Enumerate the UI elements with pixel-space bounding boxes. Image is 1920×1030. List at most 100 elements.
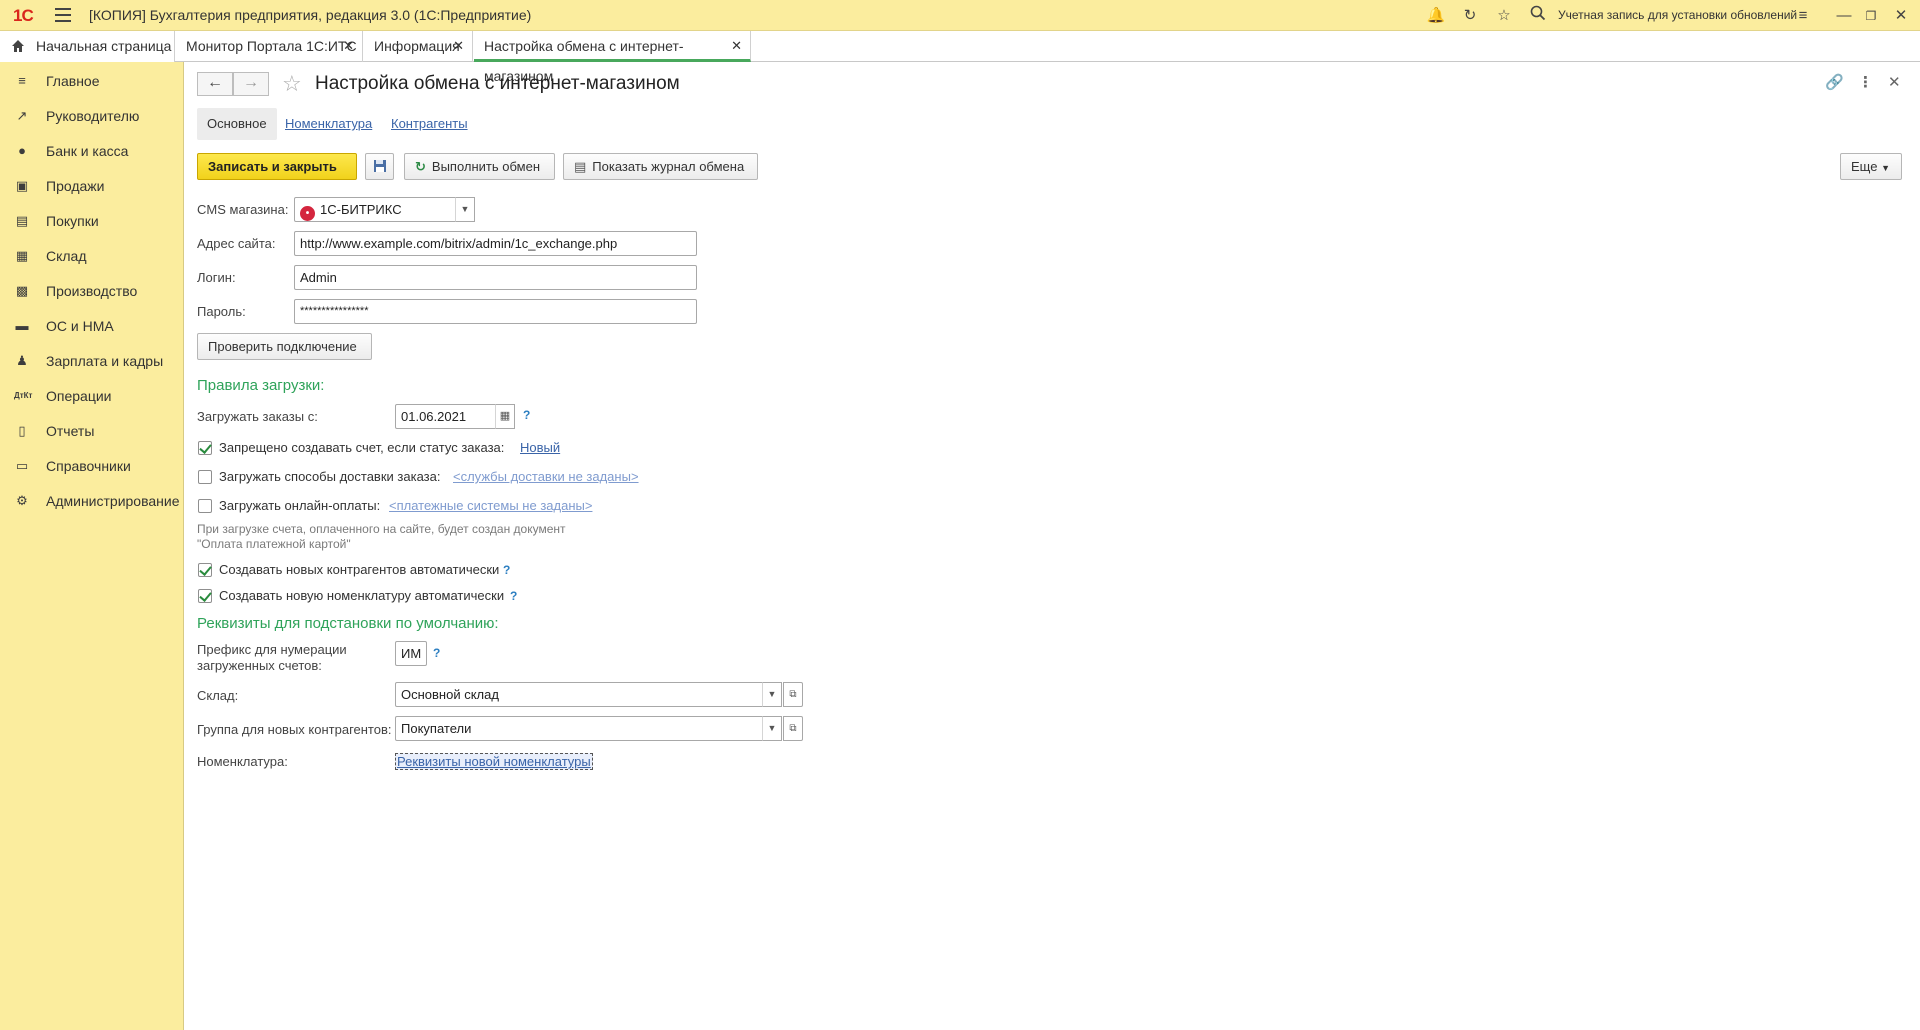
chevron-down-icon: ▼ bbox=[1881, 163, 1890, 173]
log-icon: ▤ bbox=[574, 159, 587, 174]
sidebar-item-label: Производство bbox=[46, 283, 138, 299]
menu-icon[interactable]: ≡ bbox=[1792, 5, 1814, 27]
orders-from-label: Загружать заказы с: bbox=[197, 409, 318, 424]
order-status-link[interactable]: Новый bbox=[520, 440, 560, 455]
close-tab-icon[interactable]: ✕ bbox=[731, 31, 742, 61]
link-icon[interactable]: 🔗 bbox=[1825, 73, 1844, 91]
orders-from-date-input[interactable]: 01.06.2021 bbox=[395, 404, 497, 429]
back-button[interactable]: ← bbox=[197, 72, 233, 96]
auto-contractors-label: Создавать новых контрагентов автоматичес… bbox=[219, 562, 500, 577]
star-icon[interactable]: ☆ bbox=[1493, 5, 1515, 27]
form-tab-main[interactable]: Основное bbox=[197, 108, 277, 140]
load-delivery-checkbox[interactable] bbox=[198, 470, 212, 484]
forward-button[interactable]: → bbox=[233, 72, 269, 96]
sidebar-item-directories[interactable]: ▭ Справочники bbox=[0, 449, 184, 483]
delivery-services-link[interactable]: <службы доставки не заданы> bbox=[453, 469, 639, 484]
history-icon[interactable]: ↻ bbox=[1459, 5, 1481, 27]
group-dropdown-button[interactable]: ▼ bbox=[762, 716, 782, 741]
tab-home-label: Начальная страница bbox=[36, 38, 172, 54]
main-menu-icon[interactable] bbox=[55, 8, 71, 22]
cms-dropdown-button[interactable]: ▼ bbox=[455, 197, 475, 222]
warehouse-input[interactable]: Основной склад bbox=[395, 682, 764, 707]
tab-label: Информация bbox=[374, 38, 460, 54]
dt-kt-icon: ДтКт bbox=[14, 391, 33, 400]
window-title: [КОПИЯ] Бухгалтерия предприятия, редакци… bbox=[89, 7, 532, 23]
auto-contractors-checkbox[interactable] bbox=[198, 563, 212, 577]
payment-systems-link[interactable]: <платежные системы не заданы> bbox=[389, 498, 592, 513]
sidebar-item-label: Операции bbox=[46, 388, 112, 404]
auto-nomenclature-checkbox[interactable] bbox=[198, 589, 212, 603]
sidebar-item-main[interactable]: ≡ Главное bbox=[0, 64, 184, 98]
contractor-group-input[interactable]: Покупатели bbox=[395, 716, 764, 741]
close-tab-icon[interactable]: ✕ bbox=[453, 31, 464, 61]
login-label: Логин: bbox=[197, 270, 236, 285]
site-address-input[interactable]: http://www.example.com/bitrix/admin/1c_e… bbox=[294, 231, 697, 256]
sidebar-item-operations[interactable]: ДтКт Операции bbox=[0, 379, 184, 413]
calendar-icon[interactable]: ▦ bbox=[495, 404, 515, 429]
sidebar-item-label: Руководителю bbox=[46, 108, 140, 124]
show-log-button[interactable]: ▤ Показать журнал обмена bbox=[563, 153, 758, 180]
coin-icon: ● bbox=[18, 143, 26, 158]
check-connection-button[interactable]: Проверить подключение bbox=[197, 333, 372, 360]
help-icon[interactable]: ? bbox=[523, 408, 530, 422]
form-title: Настройка обмена с интернет-магазином bbox=[315, 73, 680, 94]
close-tab-icon[interactable]: ✕ bbox=[343, 31, 354, 61]
new-nomenclature-props-link[interactable]: Реквизиты новой номенклатуры bbox=[395, 753, 593, 770]
more-actions-icon[interactable]: ⋮ bbox=[1858, 73, 1873, 91]
sidebar-item-manager[interactable]: ↗ Руководителю bbox=[0, 99, 184, 133]
sidebar-item-assets[interactable]: ▬ ОС и НМА bbox=[0, 309, 184, 343]
warehouse-open-icon[interactable]: ⧉ bbox=[783, 682, 803, 707]
sidebar-item-label: Продажи bbox=[46, 178, 105, 194]
warehouse-icon: ▦ bbox=[15, 248, 29, 263]
more-label: Еще bbox=[1851, 159, 1878, 174]
nomenclature-label: Номенклатура: bbox=[197, 754, 288, 769]
account-label[interactable]: Учетная запись для установки обновлений bbox=[1558, 8, 1797, 22]
sidebar-item-production[interactable]: ▩ Производство bbox=[0, 274, 184, 308]
help-icon[interactable]: ? bbox=[510, 589, 517, 603]
form-tab-contractors[interactable]: Контрагенты bbox=[391, 108, 468, 140]
minimize-icon[interactable]: — bbox=[1833, 5, 1855, 27]
search-icon[interactable] bbox=[1527, 5, 1549, 27]
more-button[interactable]: Еще ▼ bbox=[1840, 153, 1902, 180]
close-form-icon[interactable]: ✕ bbox=[1888, 73, 1901, 91]
sidebar-item-warehouse[interactable]: ▦ Склад bbox=[0, 239, 184, 273]
sidebar-item-reports[interactable]: ▯ Отчеты bbox=[0, 414, 184, 448]
group-open-icon[interactable]: ⧉ bbox=[783, 716, 803, 741]
form-tab-nomenclature[interactable]: Номенклатура bbox=[285, 108, 372, 140]
save-and-close-button[interactable]: Записать и закрыть bbox=[197, 153, 357, 180]
sidebar-item-salary[interactable]: ♟ Зарплата и кадры bbox=[0, 344, 184, 378]
login-input[interactable]: Admin bbox=[294, 265, 697, 290]
tab-information[interactable]: Информация ✕ bbox=[364, 31, 473, 62]
warehouse-dropdown-button[interactable]: ▼ bbox=[762, 682, 782, 707]
group-label: Группа для новых контрагентов: bbox=[197, 722, 392, 737]
bell-icon[interactable]: 🔔 bbox=[1425, 5, 1447, 27]
run-exchange-label: Выполнить обмен bbox=[431, 159, 541, 174]
sidebar-item-purchases[interactable]: ▤ Покупки bbox=[0, 204, 184, 238]
gear-icon: ⚙ bbox=[16, 493, 28, 508]
help-icon[interactable]: ? bbox=[503, 563, 510, 577]
sidebar-item-bank[interactable]: ● Банк и касса bbox=[0, 134, 184, 168]
close-icon[interactable]: ✕ bbox=[1890, 5, 1912, 27]
refresh-icon: ↻ bbox=[415, 159, 426, 174]
books-icon: ▭ bbox=[15, 458, 29, 473]
tab-exchange-settings[interactable]: Настройка обмена с интернет-магазином ✕ bbox=[474, 31, 751, 84]
cms-value: 1С-БИТРИКС bbox=[320, 202, 402, 217]
tab-home[interactable]: Начальная страница bbox=[0, 31, 175, 62]
forbid-invoice-checkbox[interactable] bbox=[198, 441, 212, 455]
load-payments-checkbox[interactable] bbox=[198, 499, 212, 513]
prefix-label-2: загруженных счетов: bbox=[197, 658, 322, 673]
favorite-star-icon[interactable]: ☆ bbox=[282, 72, 302, 96]
prefix-input[interactable]: ИМ bbox=[395, 641, 427, 666]
save-button[interactable] bbox=[365, 153, 394, 180]
help-icon[interactable]: ? bbox=[433, 646, 440, 660]
show-log-label: Показать журнал обмена bbox=[592, 159, 745, 174]
bag-icon: ▣ bbox=[15, 178, 29, 193]
sidebar-item-admin[interactable]: ⚙ Администрирование bbox=[0, 484, 184, 518]
password-input[interactable]: **************** bbox=[294, 299, 697, 324]
sidebar-item-sales[interactable]: ▣ Продажи bbox=[0, 169, 184, 203]
cms-select[interactable]: • 1С-БИТРИКС bbox=[294, 197, 456, 222]
run-exchange-button[interactable]: ↻ Выполнить обмен bbox=[404, 153, 555, 180]
title-bar: 1С [КОПИЯ] Бухгалтерия предприятия, реда… bbox=[0, 0, 1920, 31]
tab-portal-monitor[interactable]: Монитор Портала 1С:ИТС ✕ bbox=[176, 31, 363, 62]
restore-icon[interactable]: ❐ bbox=[1860, 5, 1882, 27]
